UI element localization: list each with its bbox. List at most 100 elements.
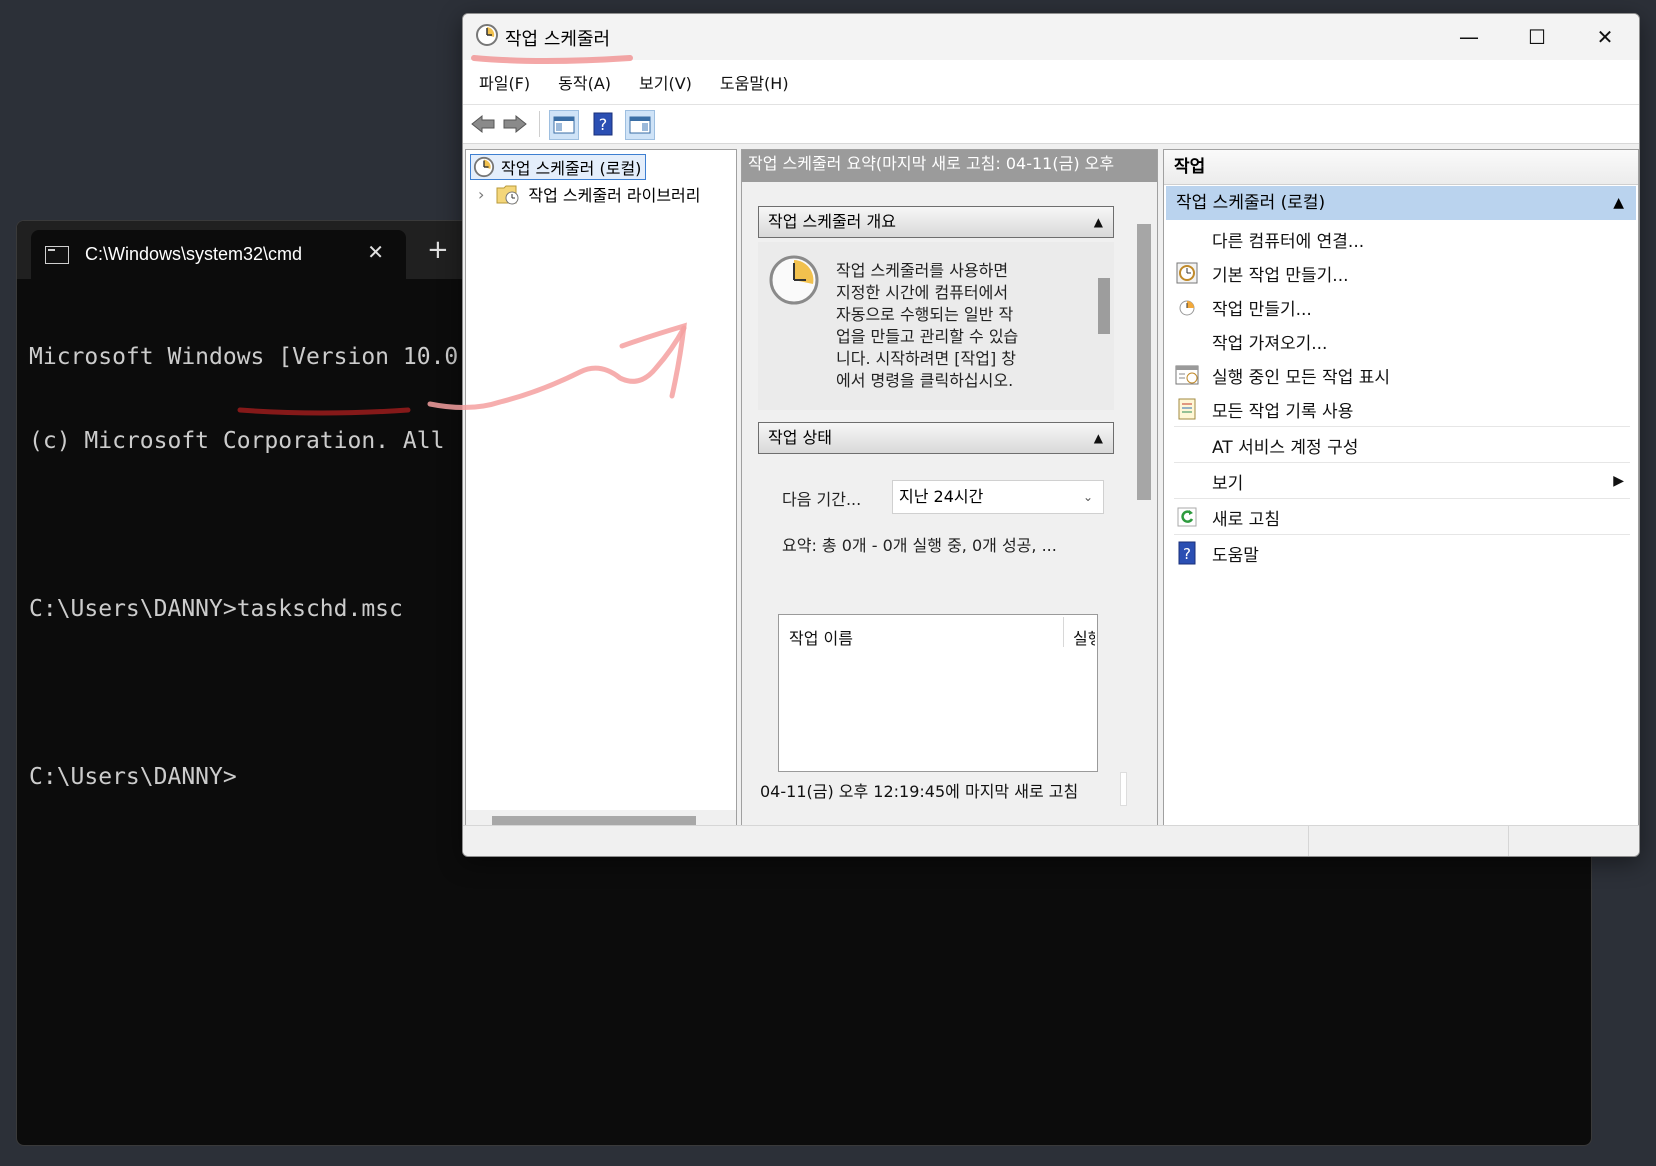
close-button[interactable]: ✕	[1571, 14, 1639, 60]
maximize-button[interactable]: ☐	[1503, 14, 1571, 60]
large-clock-icon	[769, 255, 819, 305]
action-display-running-tasks[interactable]: 실행 중인 모든 작업 표시	[1174, 358, 1630, 392]
blank-icon	[1174, 468, 1200, 494]
overview-section-header[interactable]: 작업 스케줄러 개요 ▲	[758, 206, 1114, 238]
overview-scroll-thumb[interactable]	[1098, 278, 1110, 334]
console-icon	[45, 245, 69, 264]
tree-item-label: 작업 스케줄러 (로컬)	[501, 159, 642, 178]
actions-title: 작업	[1164, 150, 1638, 185]
clock-icon	[473, 156, 495, 178]
back-button[interactable]	[469, 110, 497, 138]
help-icon: ?	[593, 112, 613, 136]
task-scheduler-window: 작업 스케줄러 — ☐ ✕ 파일(F) 동작(A) 보기(V) 도움말(H) ?…	[462, 13, 1640, 857]
action-label: 작업 가져오기...	[1212, 333, 1328, 354]
create-task-icon	[1174, 294, 1200, 320]
history-icon	[1174, 396, 1200, 422]
toolbar: ?	[463, 105, 1639, 144]
actions-group-scheduler-local[interactable]: 작업 스케줄러 (로컬) ▲	[1166, 186, 1636, 220]
terminal-line: (c) Microsoft Corporation. All	[29, 428, 445, 454]
minimize-button[interactable]: —	[1435, 14, 1503, 60]
terminal-prompt: C:\Users\DANNY>	[29, 764, 237, 790]
vertical-scrollbar[interactable]	[1133, 192, 1155, 756]
tree-item-label: 작업 스케줄러 라이브러리	[528, 186, 701, 205]
action-label: 기본 작업 만들기...	[1212, 265, 1349, 286]
terminal-tab[interactable]: C:\Windows\system32\cmd ✕	[31, 230, 406, 279]
window-title: 작업 스케줄러	[505, 29, 611, 50]
terminal-tab-title: C:\Windows\system32\cmd	[85, 244, 303, 264]
column-divider[interactable]	[1063, 617, 1064, 647]
toolbar-separator	[539, 111, 540, 137]
action-import-task[interactable]: 작업 가져오기...	[1174, 324, 1630, 358]
expand-chevron-icon[interactable]: ›	[478, 185, 484, 204]
menu-view[interactable]: 보기(V)	[637, 68, 694, 96]
action-connect-computer[interactable]: 다른 컴퓨터에 연결...	[1174, 222, 1630, 256]
help-icon: ?	[1174, 540, 1200, 566]
action-enable-history[interactable]: 모든 작업 기록 사용	[1174, 392, 1630, 427]
submenu-arrow-icon: ▶	[1613, 473, 1624, 489]
console-tree-icon	[553, 116, 575, 134]
arrow-right-icon	[503, 114, 527, 134]
tree-item-library[interactable]: › 작업 스케줄러 라이브러리	[478, 182, 701, 206]
section-title: 작업 스케줄러 개요	[768, 212, 896, 231]
refresh-link-edge	[1120, 772, 1127, 806]
action-label: 도움말	[1212, 545, 1259, 566]
status-bar	[463, 825, 1639, 856]
summary-pane: 작업 스케줄러 요약(마지막 새로 고침: 04-11(금) 오후 작업 스케줄…	[741, 149, 1158, 835]
forward-button[interactable]	[501, 110, 529, 138]
task-status-list[interactable]: 작업 이름 실행	[778, 614, 1098, 772]
action-label: 보기	[1212, 473, 1244, 494]
menu-file[interactable]: 파일(F)	[477, 68, 532, 96]
column-run-result[interactable]: 실행	[1073, 625, 1095, 649]
period-label: 다음 기간...	[782, 490, 862, 509]
action-configure-at-service[interactable]: AT 서비스 계정 구성	[1174, 428, 1630, 463]
action-help[interactable]: ? 도움말	[1174, 536, 1630, 570]
basic-task-icon	[1174, 260, 1200, 286]
action-label: 모든 작업 기록 사용	[1212, 401, 1354, 422]
running-tasks-icon	[1174, 362, 1200, 388]
menu-help[interactable]: 도움말(H)	[718, 68, 791, 96]
scrollbar-thumb[interactable]	[1137, 224, 1151, 500]
arrow-left-icon	[471, 114, 495, 134]
help-toolbar-button[interactable]: ?	[589, 110, 617, 138]
period-dropdown[interactable]: 지난 24시간 ⌄	[892, 480, 1104, 514]
action-label: AT 서비스 계정 구성	[1212, 437, 1359, 458]
overview-content: 작업 스케줄러를 사용하면 지정한 시간에 컴퓨터에서 자동으로 수행되는 일반…	[758, 242, 1114, 410]
section-title: 작업 상태	[768, 428, 832, 447]
status-section-header[interactable]: 작업 상태 ▲	[758, 422, 1114, 454]
action-view[interactable]: 보기 ▶	[1174, 464, 1630, 499]
folder-clock-icon	[496, 185, 519, 205]
tab-close-icon[interactable]: ✕	[367, 240, 384, 264]
period-value: 지난 24시간	[899, 487, 984, 506]
action-label: 작업 만들기...	[1212, 299, 1312, 320]
svg-text:?: ?	[1183, 545, 1191, 563]
tree-item-scheduler-local[interactable]: 작업 스케줄러 (로컬)	[470, 154, 647, 180]
new-tab-button[interactable]: +	[427, 235, 449, 265]
status-summary: 요약: 총 0개 - 0개 실행 중, 0개 성공, ...	[782, 536, 1057, 555]
svg-text:?: ?	[599, 115, 608, 134]
actions-group-label: 작업 스케줄러 (로컬)	[1176, 193, 1326, 213]
blank-icon	[1174, 226, 1200, 252]
last-refresh-text: 04-11(금) 오후 12:19:45에 마지막 새로 고침	[760, 782, 1079, 801]
action-create-basic-task[interactable]: 기본 작업 만들기...	[1174, 256, 1630, 290]
action-refresh[interactable]: 새로 고침	[1174, 500, 1630, 535]
summary-header: 작업 스케줄러 요약(마지막 새로 고침: 04-11(금) 오후	[742, 150, 1157, 182]
blank-icon	[1174, 432, 1200, 458]
action-pane-icon	[629, 116, 651, 134]
menu-action[interactable]: 동작(A)	[556, 68, 613, 96]
clock-icon	[476, 24, 498, 46]
status-bar-divider	[1508, 826, 1509, 856]
show-hide-console-tree-button[interactable]	[549, 110, 579, 140]
collapse-arrow-icon[interactable]: ▲	[1094, 423, 1103, 453]
terminal-line: C:\Users\DANNY>taskschd.msc	[29, 596, 403, 622]
action-label: 실행 중인 모든 작업 표시	[1212, 367, 1391, 388]
terminal-output[interactable]: Microsoft Windows [Version 10.0 (c) Micr…	[29, 287, 458, 847]
title-bar[interactable]: 작업 스케줄러 — ☐ ✕	[463, 14, 1639, 60]
collapse-arrow-icon[interactable]: ▲	[1094, 207, 1103, 237]
column-task-name[interactable]: 작업 이름	[789, 625, 853, 649]
collapse-arrow-icon[interactable]: ▲	[1613, 186, 1624, 220]
show-hide-action-pane-button[interactable]	[625, 110, 655, 140]
action-create-task[interactable]: 작업 만들기...	[1174, 290, 1630, 324]
terminal-line: Microsoft Windows [Version 10.0	[29, 344, 459, 370]
